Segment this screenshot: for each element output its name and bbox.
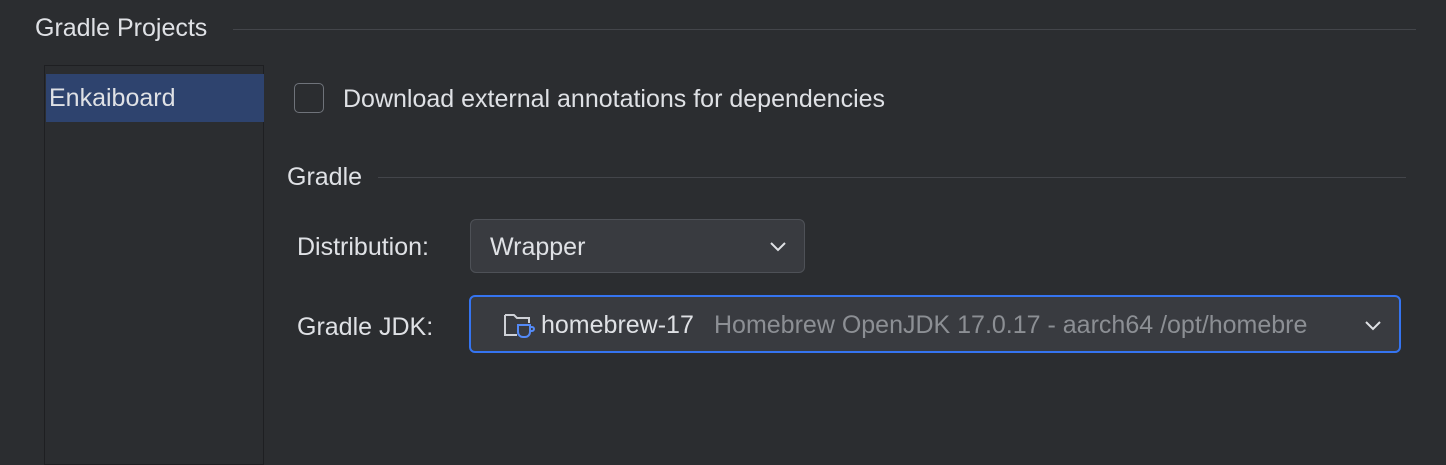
project-list[interactable]: Enkaiboard (44, 65, 264, 465)
gradle-projects-title: Gradle Projects (35, 14, 208, 42)
project-item-label: Enkaiboard (49, 83, 176, 112)
project-item-enkaiboard[interactable]: Enkaiboard (46, 74, 264, 122)
folder-java-icon (504, 314, 535, 338)
download-annotations-checkbox[interactable] (294, 83, 324, 113)
gradle-projects-separator (233, 29, 1416, 30)
gradle-jdk-label: Gradle JDK: (297, 313, 434, 341)
distribution-value: Wrapper (490, 233, 586, 261)
chevron-down-icon (1365, 321, 1381, 331)
download-annotations-label[interactable]: Download external annotations for depend… (343, 85, 885, 114)
chevron-down-icon (770, 242, 786, 252)
gradle-section-separator (378, 177, 1406, 178)
distribution-label: Distribution: (297, 233, 429, 261)
distribution-dropdown[interactable]: Wrapper (470, 219, 805, 273)
gradle-section-title: Gradle (287, 163, 363, 191)
gradle-jdk-dropdown[interactable]: homebrew-17 Homebrew OpenJDK 17.0.17 - a… (469, 295, 1401, 353)
jdk-detail: Homebrew OpenJDK 17.0.17 - aarch64 /opt/… (714, 311, 1308, 339)
jdk-name: homebrew-17 (541, 311, 694, 339)
